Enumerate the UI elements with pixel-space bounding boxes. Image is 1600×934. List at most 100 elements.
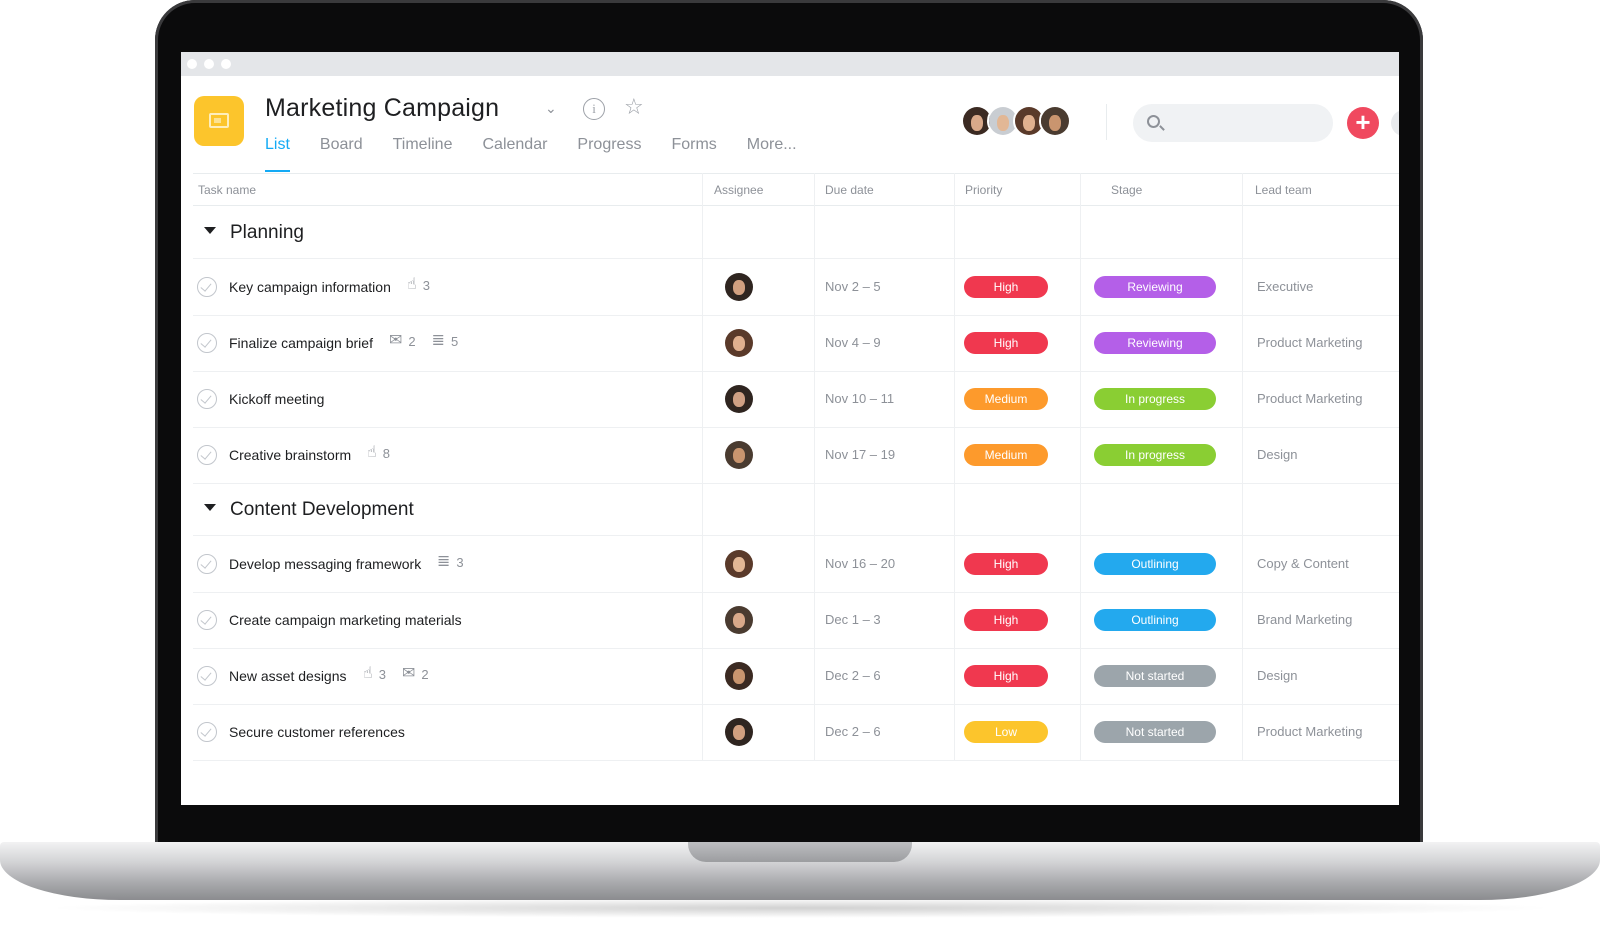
priority-badge[interactable]: Low <box>964 721 1048 743</box>
priority-badge[interactable]: Medium <box>964 444 1048 466</box>
due-date[interactable]: Nov 17 – 19 <box>825 447 895 462</box>
complete-checkbox[interactable] <box>197 722 217 742</box>
lead-team[interactable]: Product Marketing <box>1257 724 1363 739</box>
column-header-stage[interactable]: Stage <box>1111 174 1142 206</box>
lead-team[interactable]: Product Marketing <box>1257 335 1363 350</box>
task-name[interactable]: Secure customer references <box>229 724 405 740</box>
task-name[interactable]: Creative brainstorm <box>229 447 351 463</box>
chevron-down-icon[interactable]: ⌄ <box>545 100 557 117</box>
caret-down-icon[interactable] <box>204 227 216 234</box>
task-row[interactable]: Creative brainstorm ☝ 8 Nov 17 – 19 Medium In… <box>193 428 1399 484</box>
due-date[interactable]: Nov 16 – 20 <box>825 556 895 571</box>
column-header-priority[interactable]: Priority <box>965 174 1002 206</box>
lead-team[interactable]: Brand Marketing <box>1257 612 1352 627</box>
assignee-avatar[interactable] <box>725 329 753 357</box>
assignee-avatar[interactable] <box>725 718 753 746</box>
assignee-avatar[interactable] <box>725 606 753 634</box>
task-name[interactable]: Finalize campaign brief <box>229 335 373 351</box>
stage-badge[interactable]: Outlining <box>1094 609 1216 631</box>
window-minimize-dot[interactable] <box>204 59 214 69</box>
star-icon[interactable]: ☆ <box>624 96 644 118</box>
due-date[interactable]: Nov 4 – 9 <box>825 335 881 350</box>
column-header-lead-team[interactable]: Lead team <box>1255 174 1312 206</box>
task-row[interactable]: Finalize campaign brief ✉ 2 ≣ 5 Nov 4 – 9 High… <box>193 316 1399 372</box>
laptop-notch <box>688 842 912 862</box>
stage-badge[interactable]: Outlining <box>1094 553 1216 575</box>
project-title: Marketing Campaign <box>265 94 500 122</box>
assignee-avatar[interactable] <box>725 441 753 469</box>
section-title: Content Development <box>230 499 414 520</box>
priority-badge[interactable]: High <box>964 609 1048 631</box>
project-members[interactable] <box>961 105 1071 137</box>
section-header[interactable]: Planning <box>193 207 1399 259</box>
task-row[interactable]: Kickoff meeting Nov 10 – 11 Medium In progr… <box>193 372 1399 428</box>
tab-list[interactable]: List <box>265 136 290 172</box>
window-close-dot[interactable] <box>187 59 197 69</box>
lead-team[interactable]: Copy & Content <box>1257 556 1349 571</box>
task-row[interactable]: Key campaign information ☝ 3 Nov 2 – 5 High R… <box>193 260 1399 316</box>
column-header-task-name[interactable]: Task name <box>198 174 256 206</box>
complete-checkbox[interactable] <box>197 277 217 297</box>
table-header: Task name Assignee Due date Priority Sta… <box>193 173 1399 206</box>
lead-team[interactable]: Product Marketing <box>1257 391 1363 406</box>
stage-badge[interactable]: In progress <box>1094 444 1216 466</box>
tab-progress[interactable]: Progress <box>577 136 641 172</box>
column-header-due-date[interactable]: Due date <box>825 174 874 206</box>
complete-checkbox[interactable] <box>197 554 217 574</box>
task-name[interactable]: Kickoff meeting <box>229 391 324 407</box>
task-row[interactable]: New asset designs ☝ 3 ✉ 2 Dec 2 – 6 High Not st… <box>193 649 1399 705</box>
priority-badge[interactable]: High <box>964 332 1048 354</box>
priority-badge[interactable]: High <box>964 276 1048 298</box>
stage-badge[interactable]: In progress <box>1094 388 1216 410</box>
window-maximize-dot[interactable] <box>221 59 231 69</box>
section-header[interactable]: Content Development <box>193 484 1399 536</box>
due-date[interactable]: Nov 10 – 11 <box>825 391 894 406</box>
assignee-avatar[interactable] <box>725 550 753 578</box>
complete-checkbox[interactable] <box>197 610 217 630</box>
task-name[interactable]: New asset designs <box>229 668 347 684</box>
task-name[interactable]: Create campaign marketing materials <box>229 612 462 628</box>
complete-checkbox[interactable] <box>197 666 217 686</box>
task-meta: ☝ 3 <box>407 277 440 293</box>
tab-timeline[interactable]: Timeline <box>393 136 453 172</box>
task-meta: ≣ 3 <box>437 554 474 570</box>
member-avatar[interactable] <box>1039 105 1071 137</box>
tab-calendar[interactable]: Calendar <box>482 136 547 172</box>
task-name[interactable]: Develop messaging framework <box>229 556 421 572</box>
tab-board[interactable]: Board <box>320 136 363 172</box>
assignee-avatar[interactable] <box>725 385 753 413</box>
task-row[interactable]: Secure customer references Dec 2 – 6 Low No… <box>193 705 1399 761</box>
meta-count: 3 <box>422 277 430 293</box>
due-date[interactable]: Nov 2 – 5 <box>825 279 881 294</box>
stage-badge[interactable]: Not started <box>1094 721 1216 743</box>
window-titlebar <box>181 52 1399 76</box>
caret-down-icon[interactable] <box>204 504 216 511</box>
stage-badge[interactable]: Reviewing <box>1094 276 1216 298</box>
priority-badge[interactable]: High <box>964 553 1048 575</box>
lead-team[interactable]: Design <box>1257 447 1297 462</box>
complete-checkbox[interactable] <box>197 445 217 465</box>
task-row[interactable]: Develop messaging framework ≣ 3 Nov 16 – 20… <box>193 537 1399 593</box>
complete-checkbox[interactable] <box>197 333 217 353</box>
tab-more[interactable]: More... <box>747 136 797 172</box>
due-date[interactable]: Dec 2 – 6 <box>825 724 881 739</box>
tab-forms[interactable]: Forms <box>671 136 716 172</box>
task-name[interactable]: Key campaign information <box>229 279 391 295</box>
lead-team[interactable]: Design <box>1257 668 1297 683</box>
assignee-avatar[interactable] <box>725 273 753 301</box>
assignee-avatar[interactable] <box>725 662 753 690</box>
info-icon[interactable]: i <box>583 98 605 120</box>
stage-badge[interactable]: Reviewing <box>1094 332 1216 354</box>
due-date[interactable]: Dec 2 – 6 <box>825 668 881 683</box>
complete-checkbox[interactable] <box>197 389 217 409</box>
priority-badge[interactable]: High <box>964 665 1048 687</box>
lead-team[interactable]: Executive <box>1257 279 1313 294</box>
add-button[interactable]: + <box>1347 107 1379 139</box>
help-button[interactable] <box>1391 110 1399 136</box>
task-row[interactable]: Create campaign marketing materials Dec 1… <box>193 593 1399 649</box>
stage-badge[interactable]: Not started <box>1094 665 1216 687</box>
search-input[interactable] <box>1133 104 1333 142</box>
column-header-assignee[interactable]: Assignee <box>714 174 763 206</box>
due-date[interactable]: Dec 1 – 3 <box>825 612 881 627</box>
priority-badge[interactable]: Medium <box>964 388 1048 410</box>
